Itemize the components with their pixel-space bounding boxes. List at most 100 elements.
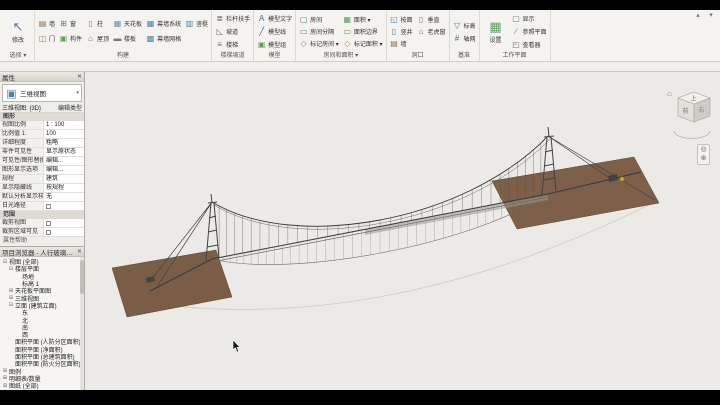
section-graphics: 图形 [0,113,84,121]
property-value[interactable]: 粗略 [44,139,84,147]
ribbon-group-label-room-area[interactable]: 房间和面积 ▾ [299,52,382,61]
tag-room-button[interactable]: ◇标记房间 ▾ [299,38,339,50]
ribbon-collapse-icon[interactable]: ▴ [693,12,703,20]
roof-button[interactable]: ⌂屋顶 [86,33,109,45]
viewer-button[interactable]: ◰查看器 [512,39,547,51]
zoom-icon[interactable]: ⊕ [701,155,707,163]
ribbon-group-label-opening[interactable]: 洞口 [390,52,446,61]
edit-button[interactable]: 编辑... [44,166,84,174]
window-button[interactable]: ⊞窗 [59,18,82,30]
property-label: 比例值 1: [0,130,44,138]
model-text-button[interactable]: A模型文字 [257,13,292,25]
workplane-show-button[interactable]: ▢显示 [512,13,547,25]
stair-button[interactable]: ≡楼梯 [215,39,250,51]
workplane-set-button[interactable]: ▦ 设置 [483,19,509,44]
ceiling-button[interactable]: ▦天花板 [113,18,142,30]
grid-button[interactable]: #轴网 [453,32,476,44]
ceiling-button-label: 天花板 [124,19,142,28]
dormer-icon: ⌂ [417,27,426,36]
tree-expander-icon[interactable]: ⊟ [8,302,14,308]
browser-item-floor-plans[interactable]: ⊟楼层平面 [0,265,84,272]
wall-button[interactable]: ▤墙 [38,18,55,30]
type-selector[interactable]: ▣ 三维视图 ▾ [2,84,82,102]
steering-wheel-icon[interactable]: ◎ [700,146,706,154]
ref-plane-button[interactable]: ∕参照平面 [512,26,547,38]
level-button[interactable]: ▽标高 [453,19,476,31]
edit-button[interactable]: 编辑... [44,157,84,165]
wall-opening-button[interactable]: ▤墙 [390,38,413,50]
ribbon-group-label-datum[interactable]: 基准 [453,52,476,61]
dormer-button[interactable]: ⌂老虎窗 [417,26,446,38]
property-value[interactable]: 显示原状态 [44,148,84,156]
tree-expander-icon[interactable]: ⊞ [2,368,8,374]
terrain-plane-left[interactable] [112,250,232,317]
scrollbar-thumb[interactable] [80,260,84,294]
project-browser-close-icon[interactable]: ✕ [77,248,82,255]
browser-item-ceiling-plans[interactable]: ⊞天花板平面图 [0,287,84,294]
property-value[interactable]: 100 [44,130,84,138]
property-value[interactable]: 1 : 100 [44,121,84,129]
edit-type-button[interactable]: 编辑类型 [58,103,82,112]
terrain-plane-right[interactable] [492,157,659,229]
browser-item-elevations[interactable]: ⊟立面 (建筑立面) [0,302,84,309]
ribbon-group-label-workplane[interactable]: 工作平面 [483,52,547,61]
mullion-button[interactable]: ▥竖梃 [185,18,208,30]
model-group-button[interactable]: ▣模型组 [257,39,292,51]
checkbox-unchecked-icon[interactable] [46,204,51,209]
door-button[interactable]: ◫门 [38,33,55,45]
floor-button[interactable]: ▬楼板 [113,33,142,45]
railing-button-label: 栏杆扶手 [226,14,250,23]
ribbon-group-room-area: ▢房间 ▭房间分隔 ◇标记房间 ▾ ▦面积 ▾ ▭面积边界 ◇标记面积 ▾ 房间… [296,10,386,61]
area-boundary-button[interactable]: ▭面积边界 [343,26,383,38]
ribbon-cycle-icon[interactable]: ▾ [706,12,716,20]
properties-close-icon[interactable]: ✕ [77,73,82,80]
home-icon[interactable]: ⌂ [667,89,672,98]
browser-item-north[interactable]: 北 [0,316,84,323]
room-button[interactable]: ▢房间 [299,14,339,26]
browser-item-sheets[interactable]: ⊞图纸 (全部) [0,382,84,389]
column-button[interactable]: ▯柱 [86,18,109,30]
browser-item-south[interactable]: 南 [0,324,84,331]
properties-help-link[interactable]: 属性帮助 [0,237,84,246]
ribbon-group-label-model[interactable]: 模型 [257,52,292,61]
by-face-button[interactable]: ◱按面 [390,14,413,26]
ramp-button[interactable]: ◺坡道 [215,26,250,38]
property-value[interactable]: 按规程 [44,184,84,192]
viewcube[interactable]: ⌂ 上 前 右 [666,86,716,142]
tree-expander-icon[interactable]: ⊟ [8,266,14,272]
area-button[interactable]: ▦面积 ▾ [343,14,383,26]
curtain-system-button[interactable]: ▦幕墙系统 [146,18,181,30]
curtain-grid-button[interactable]: ▩幕墙网格 [146,33,181,45]
property-row-scale-value: 比例值 1:100 [0,130,84,139]
shaft-icon: ▯ [390,27,399,36]
checkbox-unchecked-icon[interactable] [46,221,51,226]
drawing-area[interactable]: ⌂ 上 前 右 ◎ ⊕ [85,72,720,390]
wall-icon: ▤ [38,19,47,28]
property-value[interactable]: 建筑 [44,175,84,183]
modify-button-label: 修改 [12,35,24,44]
browser-scrollbar[interactable] [80,257,84,390]
room-separator-button[interactable]: ▭房间分隔 [299,26,339,38]
model-line-button[interactable]: ╱模型线 [257,26,292,38]
ribbon-group-label-circulation[interactable]: 楼梯坡道 [215,52,250,61]
browser-item-views[interactable]: ⊟视图 (全部) [0,258,84,265]
property-value[interactable]: 无 [44,193,84,201]
property-label: 显示隐藏线 [0,184,44,192]
vertical-opening-button[interactable]: ▯垂直 [417,14,446,26]
tree-expander-icon[interactable]: ⊞ [2,375,8,381]
component-button[interactable]: ▣构件 [59,33,82,45]
tag-area-button[interactable]: ◇标记面积 ▾ [343,38,383,50]
tree-expander-icon[interactable]: ⊞ [8,288,14,294]
shaft-button[interactable]: ▯竖井 [390,26,413,38]
ribbon-group-label-build[interactable]: 构建 [38,52,208,61]
tree-expander-icon[interactable]: ⊞ [8,295,14,301]
ribbon-group-label-select[interactable]: 选择 ▾ [5,52,31,61]
browser-item-site[interactable]: 场地 [0,273,84,280]
checkbox-unchecked-icon[interactable] [46,230,51,235]
tree-expander-icon[interactable]: ⊟ [2,259,8,265]
railing-button[interactable]: ≣栏杆扶手 [215,13,250,25]
browser-item-east[interactable]: 东 [0,309,84,316]
modify-button[interactable]: ↖ 修改 [5,19,31,44]
tree-expander-icon[interactable]: ⊞ [2,383,8,389]
viewcube-compass-ring[interactable] [674,131,710,138]
